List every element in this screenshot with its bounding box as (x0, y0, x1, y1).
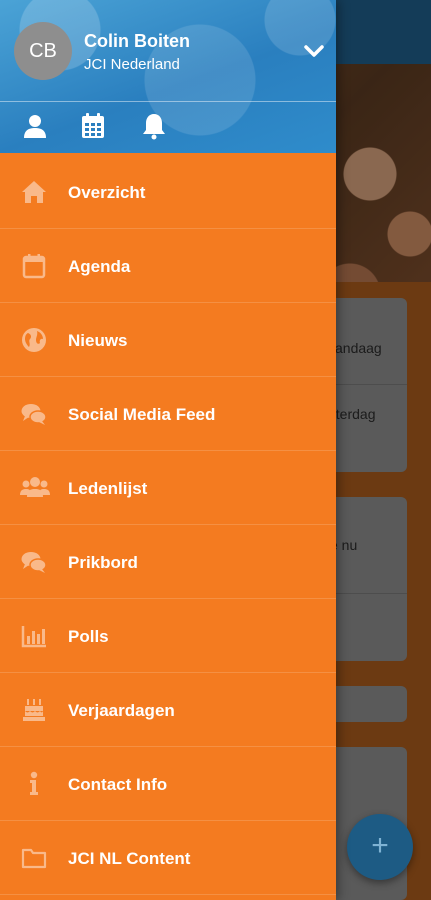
birthday-cake-icon (20, 696, 48, 724)
menu-item-polls[interactable]: Polls (0, 599, 336, 673)
calendar-icon[interactable] (79, 112, 107, 140)
user-organization: JCI Nederland (84, 56, 180, 73)
home-icon (20, 178, 48, 206)
bar-chart-icon (20, 622, 48, 650)
menu-item-prikbord[interactable]: Prikbord (0, 525, 336, 599)
menu-item-jci-nl-content[interactable]: JCI NL Content (0, 821, 336, 895)
chevron-down-icon[interactable] (301, 38, 327, 64)
menu-item-label: Nieuws (68, 331, 128, 350)
drawer-menu: Overzicht Agenda Nieuws Social Media Fee… (0, 155, 336, 895)
avatar[interactable]: CB (14, 22, 72, 80)
menu-item-label: JCI NL Content (68, 849, 191, 868)
add-fab-button[interactable]: + (347, 814, 413, 880)
menu-item-social-media-feed[interactable]: Social Media Feed (0, 377, 336, 451)
menu-item-label: Prikbord (68, 553, 138, 572)
user-name: Colin Boiten (84, 31, 190, 51)
bell-icon[interactable] (140, 112, 168, 140)
folder-icon (20, 844, 48, 872)
menu-item-label: Overzicht (68, 183, 146, 202)
navigation-drawer: CB Colin Boiten JCI Nederland Overzicht … (0, 0, 336, 900)
menu-item-verjaardagen[interactable]: Verjaardagen (0, 673, 336, 747)
chat-bubbles-icon (20, 400, 48, 428)
info-icon (20, 770, 48, 798)
calendar-icon (20, 252, 48, 280)
menu-item-overzicht[interactable]: Overzicht (0, 155, 336, 229)
menu-item-label: Ledenlijst (68, 479, 148, 498)
header-divider (0, 101, 336, 102)
menu-item-contact-info[interactable]: Contact Info (0, 747, 336, 821)
menu-item-label: Social Media Feed (68, 405, 216, 424)
menu-item-ledenlijst[interactable]: Ledenlijst (0, 451, 336, 525)
chat-bubbles-icon (20, 548, 48, 576)
menu-item-label: Contact Info (68, 775, 168, 794)
menu-item-label: Verjaardagen (68, 701, 175, 720)
users-icon (20, 474, 50, 502)
menu-item-agenda[interactable]: Agenda (0, 229, 336, 303)
globe-icon (20, 326, 48, 354)
menu-item-nieuws[interactable]: Nieuws (0, 303, 336, 377)
drawer-header: CB Colin Boiten JCI Nederland (0, 0, 336, 153)
profile-icon[interactable] (21, 112, 49, 140)
menu-item-label: Polls (68, 627, 109, 646)
menu-item-label: Agenda (68, 257, 131, 276)
